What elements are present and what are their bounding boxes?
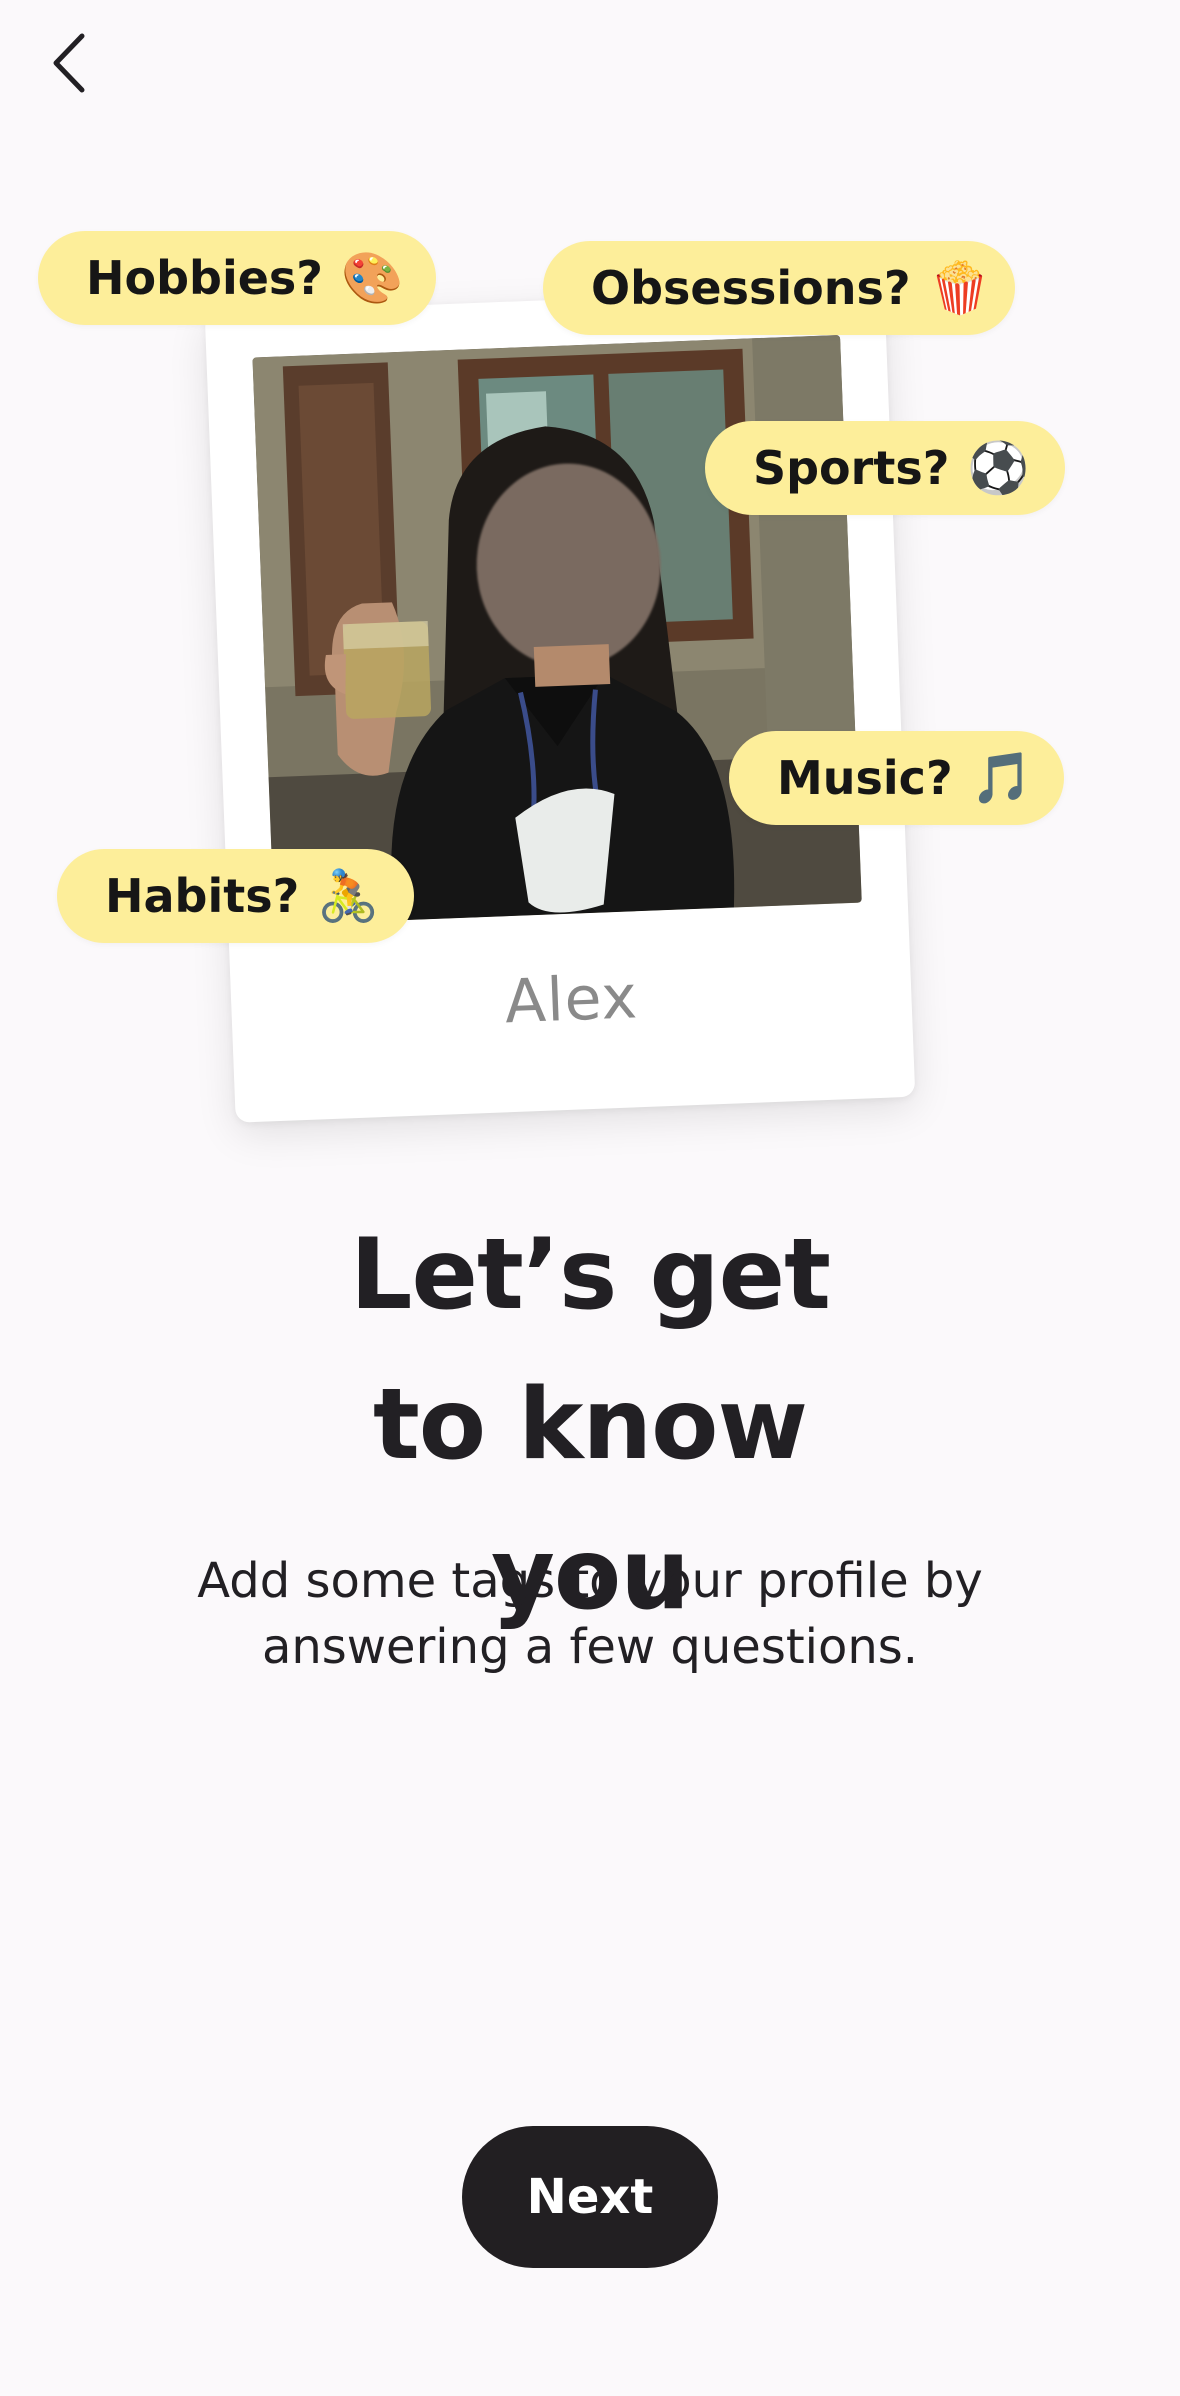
back-button[interactable] — [40, 30, 100, 100]
tag-habits: Habits? 🚴 — [57, 849, 414, 943]
chevron-left-icon — [50, 32, 90, 98]
next-button[interactable]: Next — [462, 2126, 718, 2268]
soccer-ball-icon: ⚽ — [967, 439, 1030, 497]
popcorn-icon: 🍿 — [928, 259, 991, 317]
tag-hobbies: Hobbies? 🎨 — [38, 231, 436, 325]
cyclist-icon: 🚴 — [317, 867, 380, 925]
palette-icon: 🎨 — [341, 249, 404, 307]
tag-label: Hobbies? — [86, 251, 323, 305]
profile-card: Alex — [204, 287, 916, 1123]
next-button-label: Next — [526, 2169, 654, 2225]
tag-label: Obsessions? — [591, 261, 911, 315]
tag-label: Sports? — [753, 441, 950, 495]
tag-obsessions: Obsessions? 🍿 — [543, 241, 1015, 335]
tag-sports: Sports? ⚽ — [705, 421, 1065, 515]
tag-label: Music? — [777, 751, 953, 805]
tag-label: Habits? — [105, 869, 300, 923]
music-note-icon: 🎵 — [970, 749, 1033, 807]
page-subtitle: Add some tags to your profile by answeri… — [197, 1553, 983, 1675]
profile-name: Alex — [503, 962, 640, 1038]
tag-music: Music? 🎵 — [729, 731, 1064, 825]
